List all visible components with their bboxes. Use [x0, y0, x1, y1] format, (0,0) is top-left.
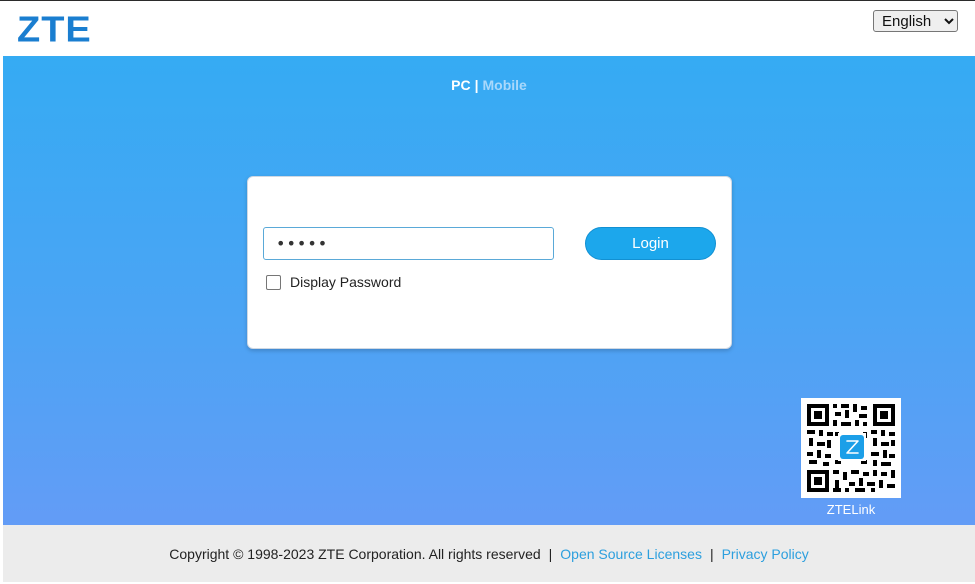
mobile-view-link[interactable]: Mobile — [483, 77, 527, 93]
zte-logo: ZTE — [17, 10, 92, 50]
login-button[interactable]: Login — [585, 227, 716, 260]
copyright-text: Copyright © 1998-2023 ZTE Corporation. A… — [169, 546, 541, 562]
display-password-toggle[interactable]: Display Password — [266, 274, 401, 290]
qr-label: ZTELink — [826, 502, 876, 517]
display-password-label: Display Password — [290, 274, 402, 290]
footer-separator: | — [548, 546, 553, 562]
top-bar: ZTE English — [0, 0, 975, 56]
view-separator: | — [474, 77, 479, 93]
display-password-checkbox[interactable] — [266, 274, 281, 290]
ztelink-qr: ZTELink — [801, 398, 901, 517]
qr-code-icon — [801, 398, 901, 498]
language-select[interactable]: English — [873, 10, 958, 32]
login-hero: PC|Mobile Login Display Password — [3, 56, 975, 525]
open-source-licenses-link[interactable]: Open Source Licenses — [560, 546, 702, 562]
password-input[interactable] — [263, 227, 554, 260]
pc-view-link[interactable]: PC — [451, 77, 470, 93]
footer: Copyright © 1998-2023 ZTE Corporation. A… — [3, 525, 975, 582]
qr-code-graphic — [801, 398, 901, 498]
privacy-policy-link[interactable]: Privacy Policy — [722, 546, 809, 562]
login-card: Login Display Password — [247, 176, 732, 349]
view-switch: PC | Mobile — [3, 77, 975, 93]
footer-separator: | — [709, 546, 714, 562]
